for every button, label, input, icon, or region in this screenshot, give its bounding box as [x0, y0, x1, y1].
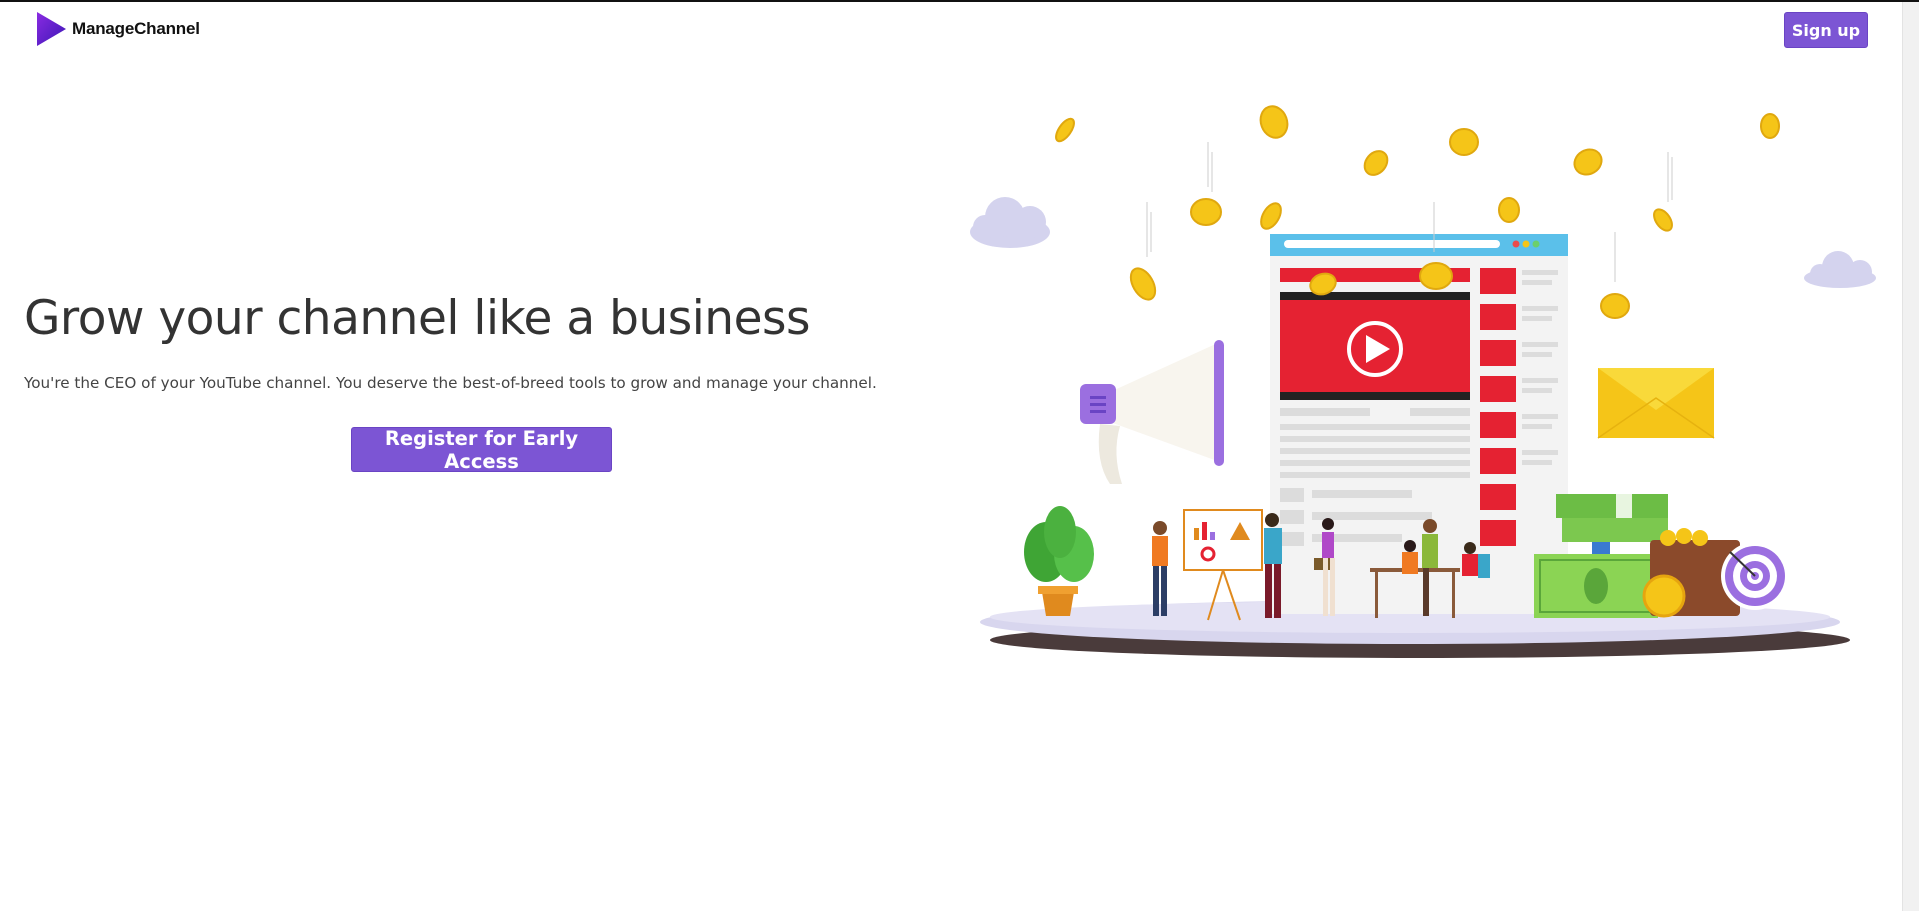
cloud-icon	[970, 197, 1050, 248]
register-early-access-button[interactable]: Register for Early Access	[351, 427, 612, 473]
hero-subtitle: You're the CEO of your YouTube channel. …	[24, 374, 877, 392]
vertical-scrollbar[interactable]	[1902, 2, 1919, 911]
target-icon	[1721, 542, 1789, 610]
page: ManageChannel Sign up Grow your channel …	[0, 0, 1919, 911]
coin-icon	[1642, 574, 1686, 618]
cloud-icon	[1804, 251, 1876, 288]
brand-link[interactable]: ManageChannel	[34, 10, 200, 48]
channel-growth-illustration	[970, 105, 1876, 658]
navbar: ManageChannel Sign up	[0, 2, 1900, 58]
signup-button[interactable]: Sign up	[1784, 12, 1868, 48]
hero-title: Grow your channel like a business	[24, 291, 811, 346]
plant-icon	[1024, 506, 1094, 616]
envelope-icon	[1597, 368, 1715, 439]
play-logo-icon	[37, 12, 66, 46]
brand-name: ManageChannel	[72, 19, 200, 38]
megaphone-icon	[1080, 340, 1224, 484]
